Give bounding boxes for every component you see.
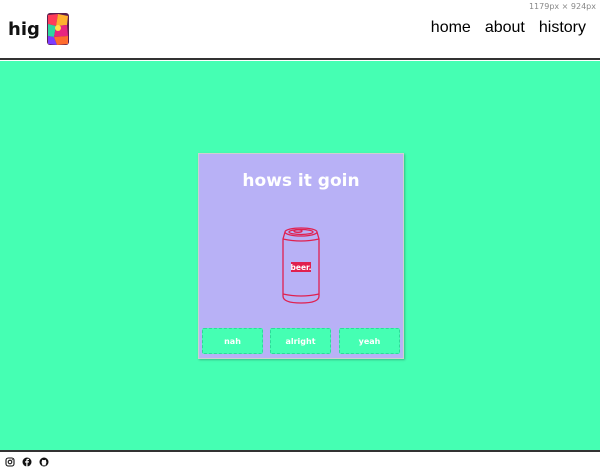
brand[interactable]: hig	[8, 12, 70, 46]
alright-button[interactable]: alright	[270, 328, 331, 354]
nav-history[interactable]: history	[539, 19, 586, 37]
card-title: hows it goin	[242, 171, 360, 191]
facebook-icon[interactable]	[22, 457, 32, 467]
main-area: hows it goin beer. nah alright yeah	[0, 61, 600, 450]
can-label: beer.	[290, 263, 311, 272]
github-icon[interactable]	[39, 457, 49, 467]
instagram-icon[interactable]	[5, 456, 15, 467]
mood-card: hows it goin beer. nah alright yeah	[198, 153, 404, 359]
logo-icon	[46, 13, 69, 45]
yeah-button[interactable]: yeah	[339, 328, 400, 354]
brand-text: hig	[8, 18, 40, 40]
main-nav: home about history	[431, 19, 586, 37]
footer	[0, 450, 600, 471]
nah-button[interactable]: nah	[202, 328, 263, 354]
nav-home[interactable]: home	[431, 19, 471, 37]
dimensions-note: 1179px × 924px	[528, 2, 596, 11]
top-bar: hig home about history 1179px × 924px	[0, 0, 600, 60]
nav-about[interactable]: about	[485, 19, 525, 37]
beer-can-icon: beer.	[282, 227, 320, 304]
